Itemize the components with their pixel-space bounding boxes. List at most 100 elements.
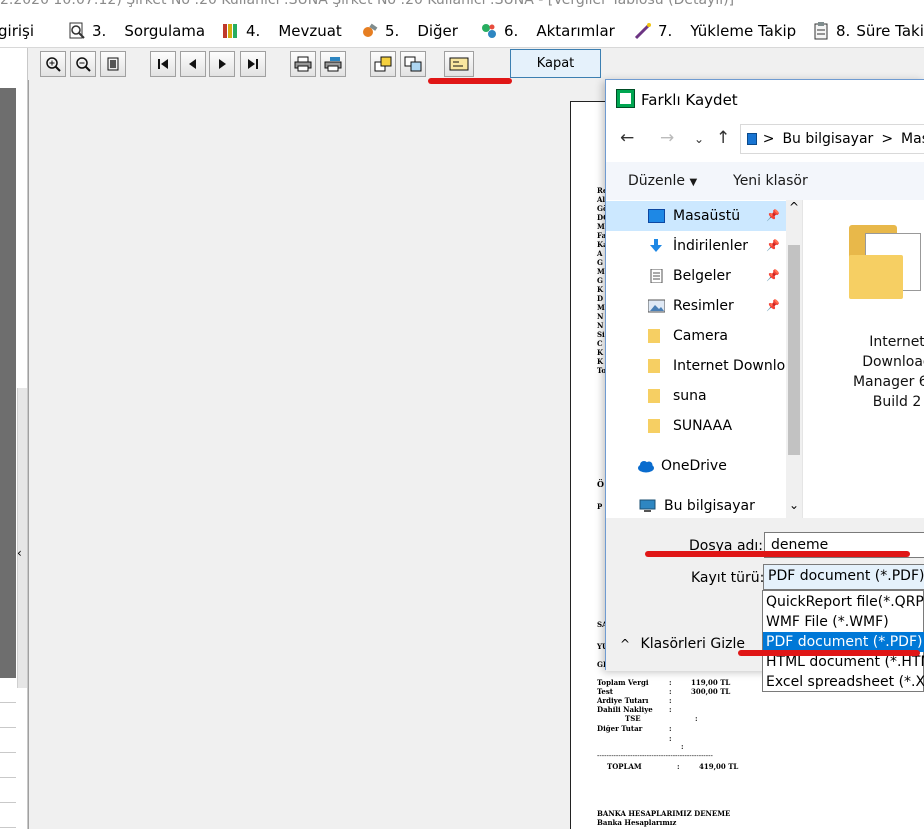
pin-icon[interactable]: 📌: [766, 269, 780, 282]
nav-item-label: Masaüstü: [673, 208, 741, 224]
chevron-down-icon[interactable]: ⌄: [694, 132, 704, 146]
open-report-button[interactable]: [370, 51, 396, 77]
nav-pane-scrollbar[interactable]: ^ ⌄: [786, 200, 802, 518]
filetype-option-xls[interactable]: Excel spreadsheet (*.XLS: [763, 672, 924, 692]
totals-sep: :: [681, 742, 684, 751]
file-name-line: Manager 6.3: [852, 374, 924, 390]
side-panel-scrollbar[interactable]: [17, 388, 27, 688]
nav-item-suna[interactable]: suna: [606, 381, 786, 411]
print-setup-button[interactable]: [320, 51, 346, 77]
nav-item-belgeler[interactable]: Belgeler 📌: [606, 261, 786, 291]
back-arrow-icon[interactable]: ←: [620, 128, 634, 148]
organize-label: Düzenle: [628, 173, 685, 189]
annotation-underline: [645, 551, 910, 557]
report-separator: ----------------------------------------…: [597, 752, 713, 760]
menu-item-label: Aktarımlar: [536, 22, 615, 40]
annotation-underline: [428, 78, 512, 84]
scroll-down-icon[interactable]: ⌄: [789, 498, 799, 512]
report-label-p: P: [597, 502, 603, 511]
breadcrumb-item[interactable]: Mas: [901, 131, 924, 147]
hide-folders-toggle[interactable]: ^ Klasörleri Gizle: [620, 636, 745, 652]
window-title: 2.2020 10:07:12) Şirket No :20 Kullanıcı…: [0, 0, 735, 8]
nav-item-indirilenler[interactable]: İndirilenler 📌: [606, 231, 786, 261]
file-name-line: Download: [862, 354, 924, 370]
up-arrow-icon[interactable]: ↑: [716, 128, 730, 148]
save-report-button[interactable]: [400, 51, 426, 77]
report-label-o: Ö: [597, 479, 604, 489]
chevron-up-icon: ^: [620, 637, 631, 651]
new-folder-button[interactable]: Yeni klasör: [733, 173, 808, 189]
transfer-icon: [480, 22, 498, 40]
menu-item-aktarimlar[interactable]: 6. Aktarımlar: [480, 19, 615, 43]
nav-item-masaustu[interactable]: Masaüstü 📌: [606, 201, 786, 231]
main-menu-bar: girişi 3. Sorgulama 4. Mevzuat 5. Diğer …: [0, 12, 924, 48]
menu-item-yukleme-takip[interactable]: 7. Yükleme Takip: [634, 19, 796, 43]
address-bar[interactable]: > Bu bilgisayar > Mas: [740, 124, 924, 154]
breadcrumb-item[interactable]: Bu bilgisayar: [782, 131, 873, 147]
close-preview-button[interactable]: Kapat: [510, 49, 601, 78]
menu-item-label: Diğer: [417, 22, 458, 40]
filetype-option-wmf[interactable]: WMF File (*.WMF): [763, 612, 924, 632]
window-title-bar: 2.2020 10:07:12) Şirket No :20 Kullanıcı…: [0, 0, 924, 12]
organize-button[interactable]: Düzenle ▼: [628, 173, 697, 189]
nav-item-onedrive[interactable]: OneDrive: [606, 451, 786, 481]
grand-total-label: TOPLAM: [607, 762, 642, 771]
menu-item-sure-takibi[interactable]: 8. Süre Takibi: [812, 19, 924, 43]
nav-item-resimler[interactable]: Resimler 📌: [606, 291, 786, 321]
print-button[interactable]: [290, 51, 316, 77]
totals-label: Ardiye Tutarı: [597, 696, 649, 705]
pin-icon[interactable]: 📌: [766, 209, 780, 222]
scroll-up-icon[interactable]: ^: [789, 200, 799, 214]
nav-item-bu-bilgisayar[interactable]: Bu bilgisayar: [606, 491, 786, 521]
menu-item-number: 8.: [836, 22, 851, 40]
totals-sep: :: [669, 687, 672, 696]
forward-arrow-icon[interactable]: →: [660, 128, 674, 148]
filetype-label: Kayıt türü:: [691, 570, 765, 586]
collapse-arrow-icon[interactable]: ‹: [17, 546, 22, 560]
page-fit-button[interactable]: [100, 51, 126, 77]
first-page-icon: [158, 59, 168, 69]
save-as-dialog: Farklı Kaydet ← → ⌄ ↑ > Bu bilgisayar > …: [605, 79, 924, 671]
filetype-dropdown[interactable]: PDF document (*.PDF): [763, 564, 924, 590]
export-button[interactable]: [444, 51, 474, 77]
zoom-in-button[interactable]: [40, 51, 66, 77]
first-page-button[interactable]: [150, 51, 176, 77]
scroll-thumb[interactable]: [788, 245, 800, 455]
next-page-button[interactable]: [209, 51, 235, 77]
folder-icon: [648, 359, 660, 373]
totals-sep: :: [669, 678, 672, 687]
totals-label: TSE: [625, 714, 641, 723]
nav-item-label: OneDrive: [661, 458, 727, 474]
prev-page-icon: [189, 59, 196, 69]
nav-item-label: İndirilenler: [673, 238, 749, 254]
annotation-underline: [738, 650, 920, 656]
folder-front: [849, 255, 903, 299]
menu-item-diger[interactable]: 5. Diğer: [361, 19, 458, 43]
page-fit-icon: [107, 57, 119, 71]
nav-item-label: Bu bilgisayar: [664, 498, 755, 514]
last-page-button[interactable]: [240, 51, 266, 77]
menu-item-sorgulama[interactable]: 3. Sorgulama: [68, 19, 205, 43]
nav-item-internet-download[interactable]: Internet Downlo: [606, 351, 786, 381]
totals-sep: :: [669, 734, 672, 743]
zoom-out-icon: [76, 57, 91, 72]
menu-item-label: Yükleme Takip: [690, 22, 797, 40]
folder-icon: [648, 329, 660, 343]
pin-icon[interactable]: 📌: [766, 299, 780, 312]
preview-toolbar: Kapat: [28, 48, 924, 80]
file-item-name[interactable]: Internet Download Manager 6.3 Build 2: [847, 332, 924, 412]
menu-item-mevzuat[interactable]: 4. Mevzuat: [222, 19, 342, 43]
folder-icon[interactable]: [849, 225, 921, 301]
computer-icon: [639, 499, 656, 513]
pin-icon[interactable]: 📌: [766, 239, 780, 252]
filetype-option-qrp[interactable]: QuickReport file(*.QRP): [763, 592, 924, 612]
nav-item-sunaaa[interactable]: SUNAAA: [606, 411, 786, 441]
menu-item-number: 7.: [658, 22, 673, 40]
zoom-out-button[interactable]: [70, 51, 96, 77]
filetype-option-pdf[interactable]: PDF document (*.PDF): [763, 632, 924, 652]
totals-sep: :: [669, 705, 672, 714]
prev-page-button[interactable]: [180, 51, 206, 77]
nav-item-camera[interactable]: Camera: [606, 321, 786, 351]
save-report-icon: [404, 56, 422, 72]
menu-item-girisi[interactable]: girişi: [0, 19, 34, 43]
